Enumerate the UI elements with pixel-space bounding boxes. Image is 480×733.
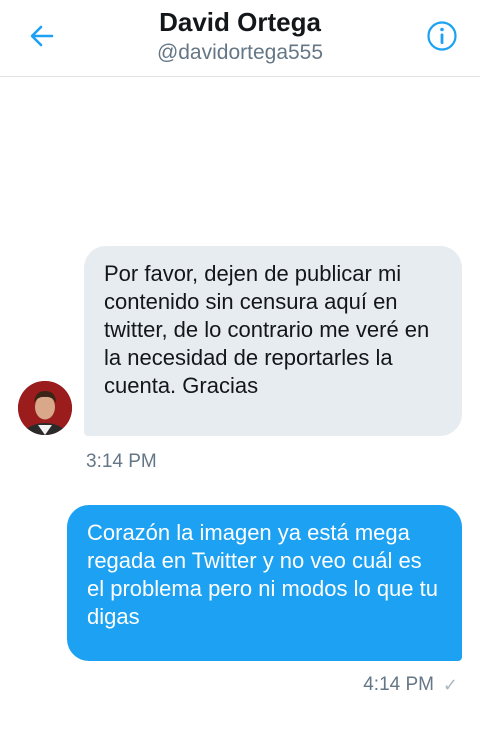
info-circle-icon	[427, 21, 457, 51]
back-button[interactable]	[22, 16, 62, 56]
outgoing-message-text: Corazón la imagen ya está mega regada en…	[87, 520, 438, 629]
outgoing-message-bubble[interactable]: Corazón la imagen ya está mega regada en…	[67, 505, 462, 661]
outgoing-message-timestamp: 4:14 PM	[363, 674, 434, 695]
contact-handle: @davidortega555	[156, 41, 324, 64]
info-button[interactable]	[422, 16, 462, 56]
incoming-message-text: Por favor, dejen de publicar mi contenid…	[104, 261, 430, 398]
incoming-message-timestamp: 3:14 PM	[86, 451, 157, 472]
avatar-image	[18, 381, 72, 435]
conversation-header: David Ortega @davidortega555	[0, 0, 480, 77]
arrow-left-icon	[30, 25, 54, 47]
incoming-message-bubble[interactable]: Por favor, dejen de publicar mi contenid…	[84, 246, 462, 436]
conversation-title[interactable]: David Ortega @davidortega555	[90, 6, 390, 66]
contact-name: David Ortega	[159, 7, 321, 37]
avatar[interactable]	[18, 381, 72, 435]
checkmark-icon: ✓	[442, 675, 458, 695]
